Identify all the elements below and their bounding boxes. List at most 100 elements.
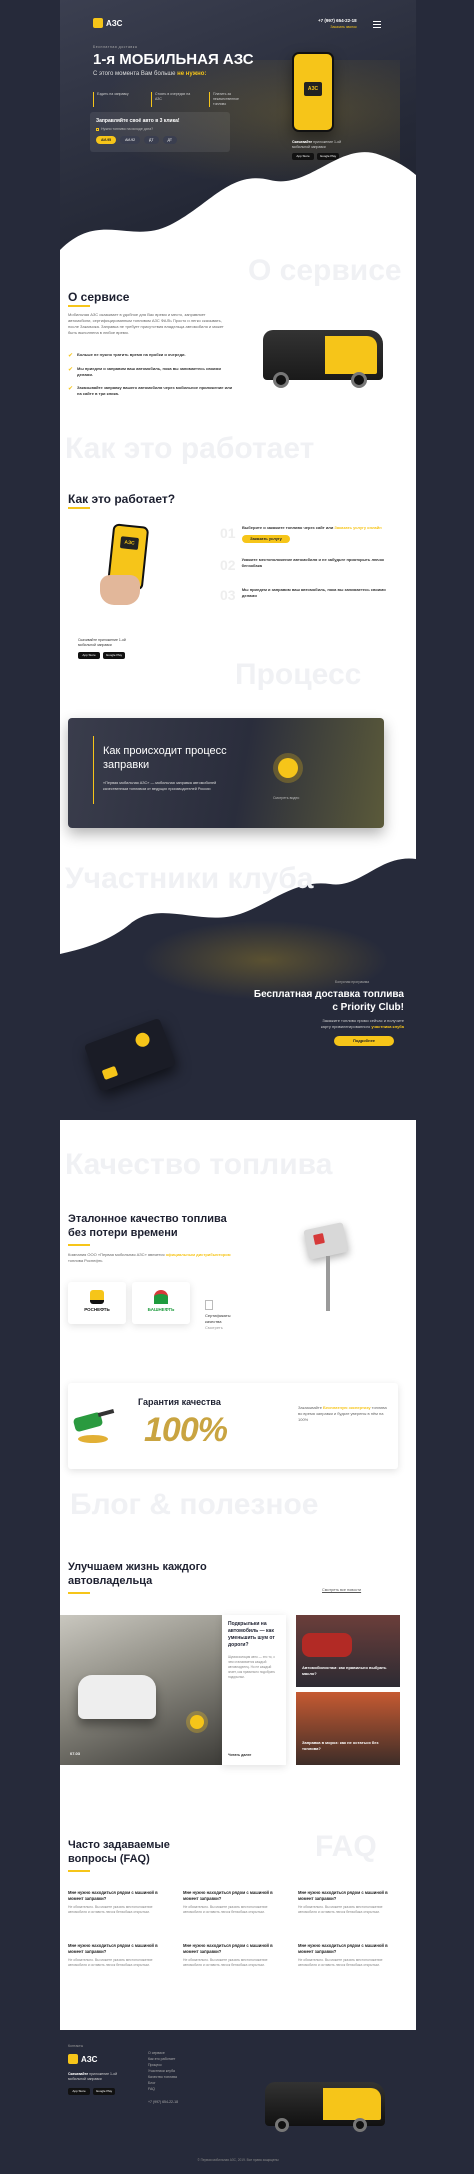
- main-post-image[interactable]: 07.03: [60, 1615, 222, 1765]
- all-news-link[interactable]: Смотреть все новости: [322, 1588, 361, 1592]
- side-post[interactable]: Автомобилистам: как правильно выбрать ма…: [296, 1615, 400, 1687]
- hero-app-caption: Скачивайте приложение 1-ой мобильной зап…: [292, 140, 342, 149]
- process-ghost-title: Процесс: [235, 658, 362, 691]
- fuel-type-button[interactable]: АИ-95: [96, 136, 117, 144]
- process-title: Как происходит процесс заправки: [103, 745, 227, 771]
- app-store-button[interactable]: App Store: [68, 2088, 90, 2095]
- quality-ghost-title: Качество топлива: [65, 1148, 333, 1181]
- faq-item[interactable]: Мне нужно находиться рядом с машиной в м…: [183, 1943, 283, 1968]
- check-icon: ✔: [68, 353, 74, 359]
- side-post-title: Заправка в мороз: как не остаться без то…: [302, 1740, 379, 1751]
- guarantee-text: Заказывайте Бесплатную экспертизу топлив…: [298, 1405, 387, 1422]
- blog-title: Улучшаем жизнь каждого автовладельца: [68, 1561, 207, 1587]
- how-section: Как это работает? АЗС Скачивайте приложе…: [60, 470, 416, 700]
- side-post[interactable]: Заправка в мороз: как не остаться без то…: [296, 1692, 400, 1765]
- document-icon: [205, 1300, 213, 1310]
- read-more-link[interactable]: Читать далее: [228, 1753, 251, 1757]
- club-ghost-title: Участники клуба: [65, 862, 314, 895]
- check-icon: ✔: [68, 367, 74, 373]
- step-item: 02 Укажите местоположение автомобиля и не…: [220, 557, 385, 573]
- hamburger-icon[interactable]: [373, 21, 381, 28]
- guarantee-percent: 100%: [144, 1411, 228, 1449]
- service-van-image: [255, 320, 395, 400]
- hero-title: 1-я МОБИЛЬНАЯ АЗС: [93, 51, 254, 68]
- order-form-title: Заправляйте своё авто в 3 клика!: [96, 118, 180, 124]
- logo-icon: [93, 18, 103, 28]
- hero-subtitle: С этого момента Вам больше не нужно:: [93, 71, 207, 77]
- header-phone[interactable]: +7 (997) 654-22-18: [318, 18, 357, 23]
- fuel-meter-image: [300, 1216, 360, 1316]
- benefit-item: Ездить на заправку: [93, 92, 133, 107]
- about-section: О сервисе О сервисе Мобильная АЗС оказыв…: [60, 240, 416, 470]
- process-text: «Первая мобильная АЗС» — мобильная запра…: [103, 781, 217, 791]
- main-post-card[interactable]: Подкрыльки на автомобиль — как уменьшить…: [222, 1615, 286, 1765]
- google-play-button[interactable]: Google Play: [103, 652, 125, 659]
- google-play-button[interactable]: Google Play: [93, 2088, 115, 2095]
- fuel-type-button[interactable]: АИ-92: [120, 136, 141, 144]
- step-item: 01 Выберите и закажите топливо через сай…: [220, 525, 382, 543]
- how-title: Как это работает?: [68, 492, 176, 506]
- footer-nav: О сервисе Как это работает Процесс Участ…: [148, 2050, 177, 2092]
- step-item: 03 Мы приедем и заправим ваш автомобиль, …: [220, 587, 386, 603]
- logo[interactable]: АЗС: [93, 18, 122, 28]
- faq-item[interactable]: Мне нужно находиться рядом с машиной в м…: [298, 1890, 398, 1915]
- footer-logo[interactable]: АЗС: [68, 2054, 97, 2064]
- benefit-item: Платить за некачественное топливо: [209, 92, 249, 107]
- how-app-caption: Скачивайте приложение 1-ой мобильной зап…: [78, 638, 126, 647]
- quality-text: Компания ООО «Первая мобильная АЗС» явля…: [68, 1252, 231, 1263]
- faq-title: Часто задаваемые вопросы (FAQ): [68, 1839, 170, 1865]
- fuel-type-button[interactable]: ДТ: [144, 136, 159, 144]
- callback-link[interactable]: Заказать звонок: [318, 25, 356, 29]
- side-post-title: Автомобилистам: как правильно выбрать ма…: [302, 1665, 387, 1676]
- guarantee-block: Гарантия качества 100% Заказывайте Беспл…: [68, 1383, 398, 1469]
- club-eyebrow: Бонусная программа: [335, 980, 370, 984]
- blog-section: Блог & полезное Улучшаем жизнь каждого ав…: [60, 1480, 416, 1810]
- faq-grid: Мне нужно находиться рядом с машиной в м…: [68, 1890, 398, 1968]
- rosneft-logo: РОСНЕФТЬ: [68, 1282, 126, 1324]
- about-title: О сервисе: [68, 290, 130, 304]
- order-service-button[interactable]: Заказать услугу: [242, 535, 290, 543]
- process-video-card[interactable]: Как происходит процесс заправки «Первая …: [68, 718, 384, 828]
- about-text: Мобильная АЗС оказывает в удобное для Ва…: [68, 312, 224, 335]
- fuel-type-button[interactable]: ДТ: [162, 136, 178, 144]
- footer-app-caption: Скачивайте приложение 1-ой мобильной зап…: [68, 2072, 118, 2081]
- bashneft-logo: БАШНЕФТЬ: [132, 1282, 190, 1324]
- check-icon: ✔: [68, 386, 74, 392]
- quality-title: Эталонное качество топлива без потери вре…: [68, 1213, 227, 1239]
- blog-ghost: Блог & полезное: [70, 1488, 319, 1521]
- club-section: Участники клуба Бонусная программа Беспл…: [60, 849, 416, 1120]
- quality-section: Качество топлива Эталонное качество топл…: [60, 1120, 416, 1420]
- checkbox-icon: [96, 127, 99, 131]
- club-title: Бесплатная доставка топлива с Priority Cl…: [253, 989, 404, 1013]
- about-ghost-title: О сервисе: [248, 254, 402, 287]
- club-more-button[interactable]: Подробнее: [334, 1036, 394, 1046]
- order-form: Заправляйте своё авто в 3 клика! Нужно т…: [90, 112, 230, 152]
- footer-link[interactable]: FAQ: [148, 2086, 177, 2092]
- club-text: Закажите топливо прямо сейчас и получите…: [320, 1018, 404, 1029]
- footer-phone[interactable]: +7 (997) 654-22-18: [148, 2100, 178, 2104]
- app-store-button[interactable]: App Store: [78, 652, 100, 659]
- process-section: Как происходит процесс заправки «Первая …: [60, 700, 416, 850]
- play-button[interactable]: [278, 758, 298, 778]
- hero-eyebrow: Бесплатная доставка: [93, 45, 138, 49]
- logo-icon: [68, 2054, 78, 2064]
- faq-section: FAQ Часто задаваемые вопросы (FAQ) Мне ну…: [60, 1810, 416, 2030]
- guarantee-title: Гарантия качества: [138, 1397, 221, 1407]
- post-text: Шумоизоляция авто — это то, с чем сталки…: [228, 1655, 276, 1679]
- faq-item[interactable]: Мне нужно находиться рядом с машиной в м…: [68, 1890, 168, 1915]
- order-option[interactable]: Нужно топливо на исходе дата?: [96, 127, 224, 131]
- faq-item[interactable]: Мне нужно находиться рядом с машиной в м…: [183, 1890, 283, 1915]
- post-date: 07.03: [70, 1751, 81, 1756]
- about-list: ✔ Больше не нужно тратить время на пробки…: [68, 352, 233, 396]
- benefit-item: Стоять в очередях на АЗС: [151, 92, 191, 107]
- play-button[interactable]: [190, 1715, 204, 1729]
- faq-item[interactable]: Мне нужно находиться рядом с машиной в м…: [298, 1943, 398, 1968]
- footer: Контакты АЗС Скачивайте приложение 1-ой …: [60, 2030, 416, 2174]
- certificates[interactable]: Сертификаты качества Смотреть: [205, 1300, 245, 1331]
- fuel-nozzle-image: [72, 1405, 115, 1445]
- footer-eyebrow: Контакты: [68, 2044, 84, 2048]
- landing-page: АЗС +7 (997) 654-22-18 Заказать звонок Б…: [60, 0, 416, 2174]
- play-label[interactable]: Смотреть видео: [273, 796, 299, 800]
- faq-item[interactable]: Мне нужно находиться рядом с машиной в м…: [68, 1943, 168, 1968]
- post-title: Подкрыльки на автомобиль — как уменьшить…: [228, 1621, 275, 1648]
